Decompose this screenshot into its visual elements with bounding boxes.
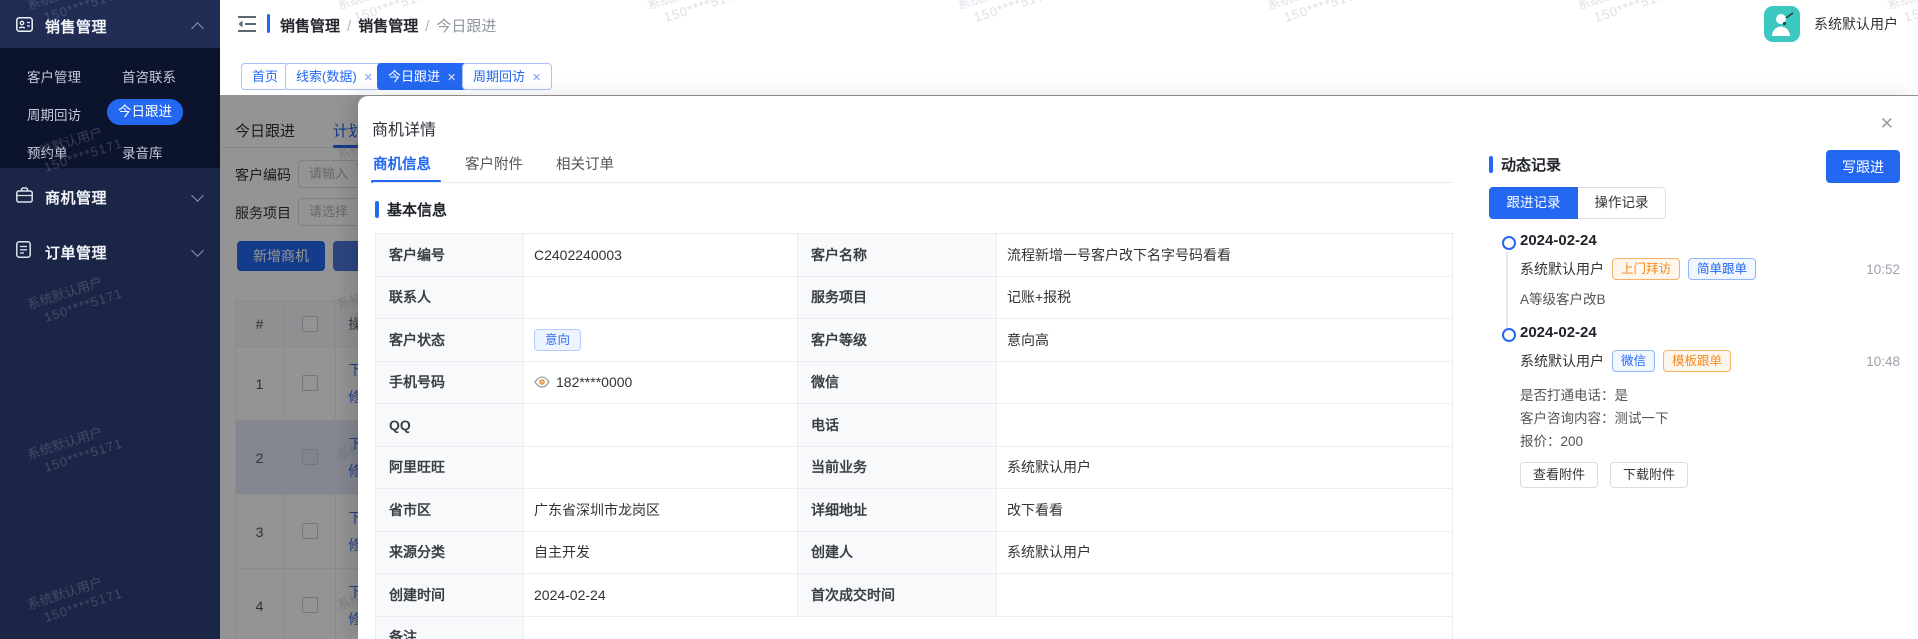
view-attachment-button[interactable]: 查看附件: [1520, 462, 1598, 488]
breadcrumb-part2: 销售管理: [358, 18, 418, 35]
tab-pill-home[interactable]: 首页: [241, 63, 289, 90]
sidebar-item-appointment[interactable]: 预约单: [27, 142, 68, 162]
write-followup-button[interactable]: 写跟进: [1826, 150, 1900, 183]
chevron-down-icon: [191, 244, 204, 257]
timeline-connector: [1506, 252, 1508, 328]
detail-row: 省市区广东省深圳市龙岗区 详细地址改下看看: [376, 489, 1453, 532]
username: 系统默认用户: [1814, 14, 1898, 34]
entry-content: A等级客户改B: [1520, 288, 1606, 311]
section-accent-bar: [375, 201, 379, 218]
entry-content: 是否打通电话：是 客户咨询内容：测试一下 报价：200: [1520, 384, 1669, 453]
top-header: 销售管理/销售管理/今日跟进 系统默认用户: [220, 0, 1918, 49]
detail-row: 联系人 服务项目记账+报税: [376, 276, 1453, 319]
detail-row: 客户状态 意向 客户等级意向高: [376, 319, 1453, 362]
tab-operation-records[interactable]: 操作记录: [1578, 187, 1666, 219]
timeline-dot: [1502, 236, 1516, 250]
drawer-tab-orders[interactable]: 相关订单: [556, 153, 614, 174]
followup-mode-tag: 简单跟单: [1688, 258, 1756, 280]
breadcrumb-part3: 今日跟进: [436, 18, 496, 35]
entry-time: 10:52: [1866, 262, 1900, 277]
eye-icon[interactable]: [534, 376, 550, 388]
followup-mode-tag: 模板跟单: [1663, 350, 1731, 372]
avatar: [1764, 6, 1800, 42]
sidebar-item-recordings[interactable]: 录音库: [122, 142, 163, 162]
detail-row: 来源分类自主开发 创建人系统默认用户: [376, 531, 1453, 574]
tab-pill-cycle-visit[interactable]: 周期回访✕: [462, 63, 552, 90]
entry-date: 2024-02-24: [1520, 324, 1597, 341]
sidebar-item-today-followup[interactable]: 今日跟进: [107, 99, 183, 125]
drawer-tab-info[interactable]: 商机信息: [373, 153, 431, 174]
entry-user-line: 系统默认用户 上门拜访 简单跟单: [1520, 258, 1756, 280]
detail-row: 阿里旺旺 当前业务系统默认用户: [376, 446, 1453, 489]
followup-type-tag: 上门拜访: [1612, 258, 1680, 280]
drawer-tab-attachments[interactable]: 客户附件: [465, 153, 523, 174]
sidebar-item-customer-mgmt[interactable]: 客户管理: [27, 66, 81, 86]
user-menu[interactable]: 系统默认用户: [1764, 6, 1898, 42]
close-icon[interactable]: ✕: [532, 72, 541, 84]
close-icon[interactable]: ✕: [364, 72, 373, 84]
close-icon[interactable]: ✕: [447, 72, 456, 84]
chevron-up-icon: [191, 22, 204, 35]
sidebar-group-orders-label: 订单管理: [45, 242, 107, 263]
followup-type-tag: 微信: [1612, 350, 1655, 372]
contact-card-icon: [16, 17, 33, 37]
download-attachment-button[interactable]: 下载附件: [1610, 462, 1688, 488]
section-accent-bar: [1489, 156, 1493, 173]
document-icon: [16, 241, 31, 263]
chevron-down-icon: [191, 189, 204, 202]
detail-row: 备注: [376, 616, 1453, 639]
drawer-tab-divider: [373, 182, 1452, 183]
basic-info-table: 客户编号C2402240003 客户名称流程新增一号客户改下名字号码看看 联系人…: [375, 233, 1453, 639]
opportunity-detail-drawer: 商机详情 ✕ 商机信息 客户附件 相关订单 基本信息 客户编号C24022400…: [358, 96, 1918, 639]
status-badge: 意向: [534, 329, 581, 351]
basic-info-header: 基本信息: [375, 199, 447, 220]
sidebar-item-cycle-visit[interactable]: 周期回访: [27, 104, 81, 124]
close-icon[interactable]: ✕: [1880, 114, 1894, 134]
attachment-actions: 查看附件 下载附件: [1520, 462, 1688, 488]
briefcase-icon: [16, 187, 33, 208]
sidebar-fold-icon[interactable]: [237, 15, 257, 38]
detail-row: 客户编号C2402240003 客户名称流程新增一号客户改下名字号码看看: [376, 234, 1453, 277]
tab-pill-leads[interactable]: 线索(数据)✕: [285, 63, 384, 90]
sidebar: 销售管理 客户管理 首咨联系 周期回访 今日跟进 预约单 录音库 商机管理 订单…: [0, 0, 220, 639]
activity-header: 动态记录: [1489, 154, 1561, 175]
entry-user: 系统默认用户: [1520, 351, 1604, 371]
entry-user: 系统默认用户: [1520, 259, 1604, 279]
entry-date: 2024-02-24: [1520, 232, 1597, 249]
entry-time: 10:48: [1866, 354, 1900, 369]
timeline-dot: [1502, 328, 1516, 342]
sidebar-group-sales-label: 销售管理: [45, 16, 107, 37]
phone-number: 182****0000: [556, 374, 632, 390]
open-tabs-bar: 首页 线索(数据)✕ 今日跟进✕ 周期回访✕: [220, 48, 1918, 95]
app-window: 销售管理 客户管理 首咨联系 周期回访 今日跟进 预约单 录音库 商机管理 订单…: [0, 0, 1918, 639]
breadcrumb: 销售管理/销售管理/今日跟进: [280, 15, 496, 36]
drawer-title: 商机详情: [372, 116, 436, 140]
entry-user-line: 系统默认用户 微信 模板跟单: [1520, 350, 1731, 372]
sidebar-group-sales[interactable]: 销售管理: [0, 0, 220, 48]
breadcrumb-part1: 销售管理: [280, 18, 340, 35]
detail-row: 创建时间2024-02-24 首次成交时间: [376, 574, 1453, 617]
tab-pill-today-followup[interactable]: 今日跟进✕: [377, 63, 467, 90]
sidebar-group-opportunity-label: 商机管理: [45, 187, 107, 208]
detail-row: 手机号码 182****0000 微信: [376, 361, 1453, 404]
sidebar-item-first-contact[interactable]: 首咨联系: [122, 66, 176, 86]
activity-tabs: 跟进记录 操作记录: [1489, 187, 1666, 219]
tab-followup-records[interactable]: 跟进记录: [1489, 187, 1578, 219]
breadcrumb-accent-bar: [267, 14, 270, 33]
detail-row: QQ 电话: [376, 404, 1453, 447]
